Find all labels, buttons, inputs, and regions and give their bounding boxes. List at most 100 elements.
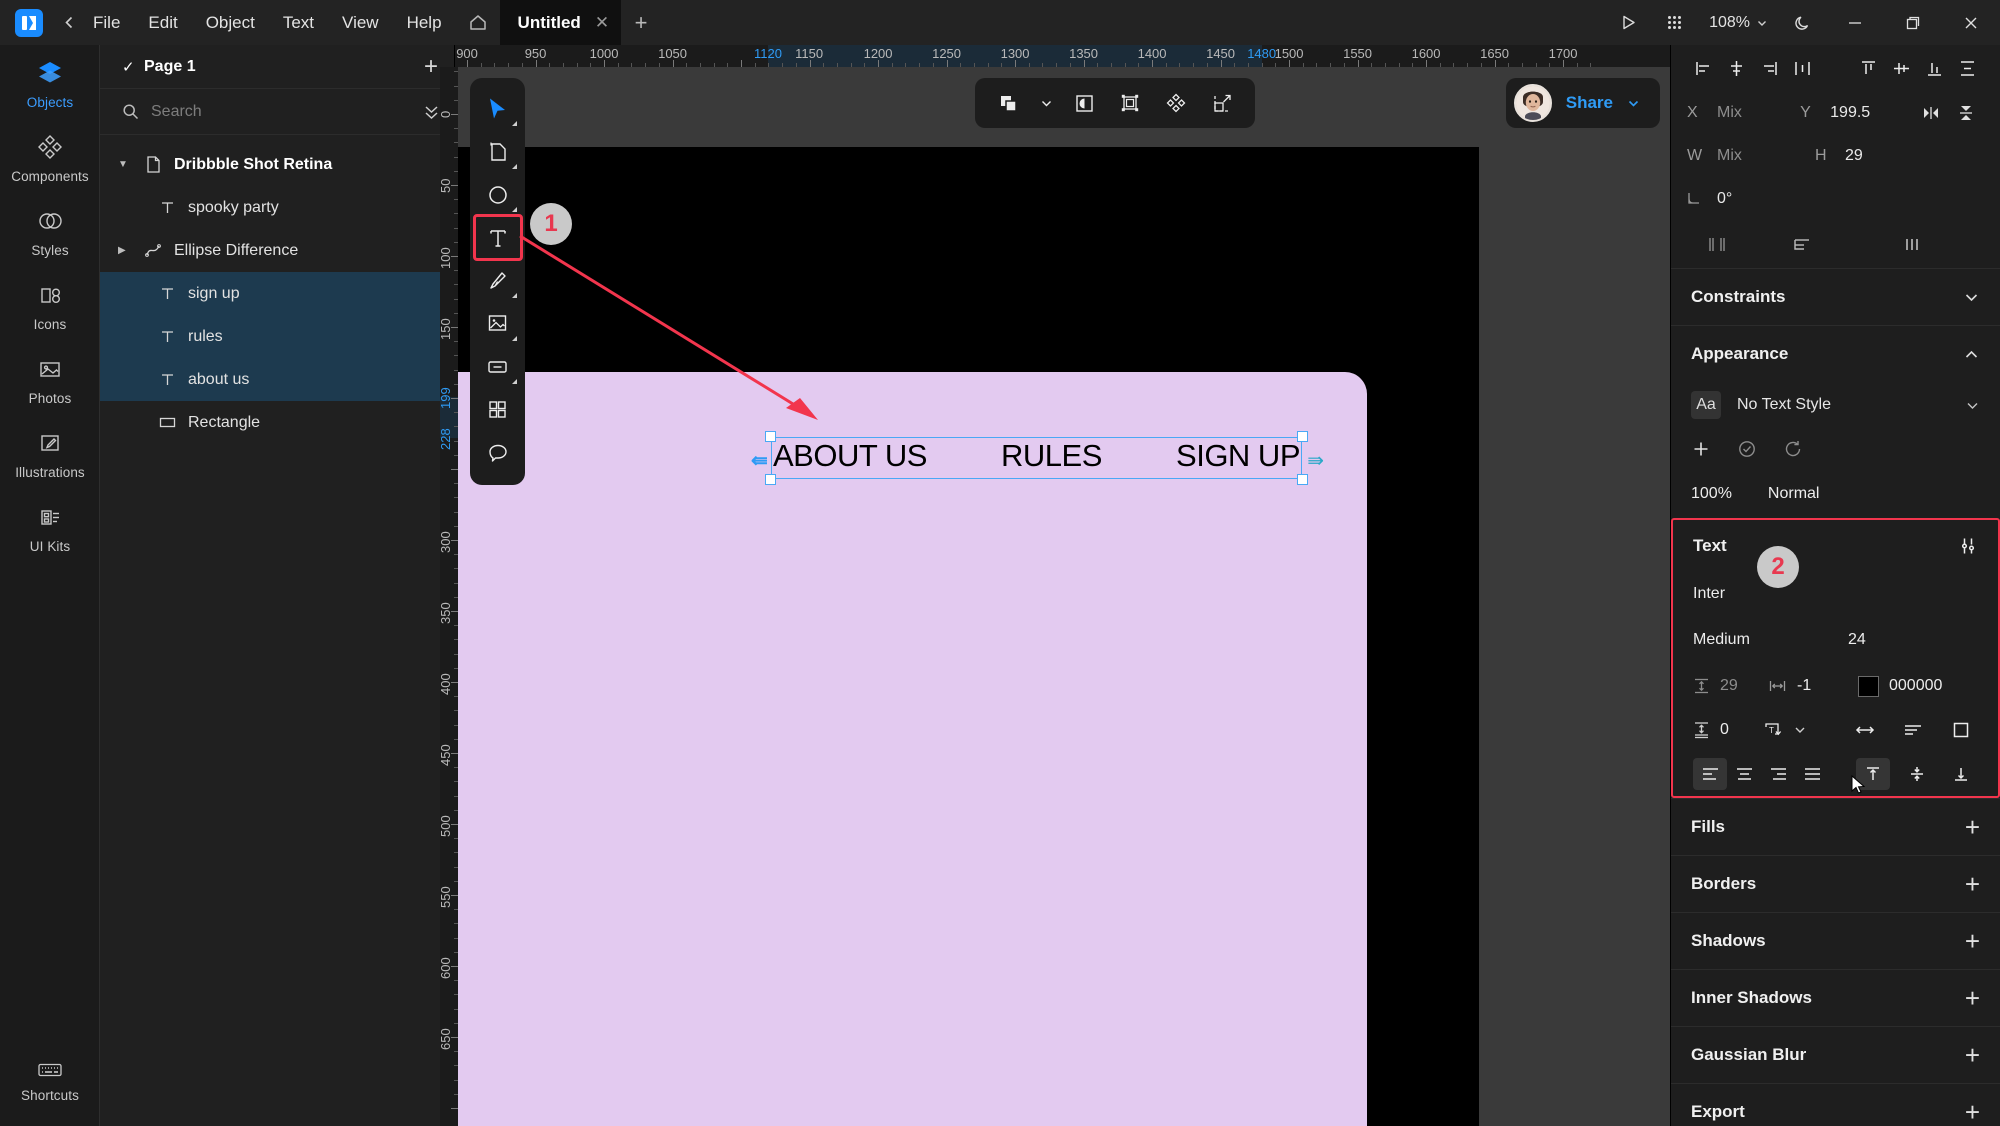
section-fills[interactable]: Fills + [1671,799,2000,855]
selected-text-object[interactable]: ABOUT US RULES SIGN UP ⇚ ⇛ [751,431,1324,485]
text-color-field[interactable]: 000000 [1858,675,1942,697]
distribute-horizontal-icon[interactable] [1786,51,1819,85]
rail-item-components[interactable]: Components [0,119,100,193]
add-shadow-plus-icon[interactable]: + [1965,928,1980,954]
columns-icon[interactable] [1857,227,1967,261]
add-fill-plus-icon[interactable]: + [1965,814,1980,840]
share-label[interactable]: Share [1566,93,1613,113]
restore-window-button[interactable] [1884,0,1942,45]
letter-spacing-field[interactable]: -1 [1768,677,1858,695]
zoom-level-control[interactable]: 108% [1697,0,1780,45]
align-text-left-icon[interactable] [1693,758,1727,790]
layer-row-sign-up[interactable]: sign up [100,272,454,315]
page-row[interactable]: ✓ Page 1 + [100,45,454,89]
h-field[interactable]: H 29 [1815,147,1943,165]
layer-row-rectangle[interactable]: Rectangle [100,401,454,444]
w-field[interactable]: W Mix [1687,147,1815,165]
align-center-horizontal-icon[interactable] [1720,51,1753,85]
rotation-field[interactable]: 0° [1687,190,1815,208]
apps-grid-icon[interactable] [1651,0,1697,45]
menu-help[interactable]: Help [393,0,456,45]
layer-row-ellipse-difference[interactable]: ▶ Ellipse Difference [100,229,454,272]
layer-row-about-us[interactable]: about us [100,358,454,401]
fixed-size-icon[interactable] [1944,714,1978,746]
menu-view[interactable]: View [328,0,393,45]
artboard-purple-shape[interactable] [458,372,1367,1126]
align-text-justify-icon[interactable] [1795,758,1829,790]
text-section-header[interactable]: Text [1673,520,1998,572]
text-settings-sliders-icon[interactable] [1958,536,1978,556]
y-field[interactable]: Y 199.5 [1800,104,1913,122]
rail-item-ui-kits[interactable]: UI Kits [0,489,100,563]
chevron-up-icon[interactable] [1963,346,1980,363]
menu-edit[interactable]: Edit [134,0,191,45]
align-text-middle-icon[interactable] [1900,758,1934,790]
rail-item-icons[interactable]: Icons [0,267,100,341]
layer-row-rules[interactable]: rules [100,315,454,358]
boolean-union-icon[interactable] [989,84,1027,122]
expand-arrow-icon[interactable]: ▼ [118,159,132,170]
section-constraints[interactable]: Constraints [1671,269,2000,325]
rail-item-photos[interactable]: Photos [0,341,100,415]
align-middle-vertical-icon[interactable] [1885,51,1918,85]
text-style-chevron-down-icon[interactable] [1965,398,1980,413]
text-tool[interactable] [472,214,523,261]
export-slice-icon[interactable] [1203,84,1241,122]
distribute-vertical-icon[interactable] [1951,51,1984,85]
align-text-center-icon[interactable] [1727,758,1761,790]
text-transform-chevron-down-icon[interactable] [1793,723,1807,737]
section-borders[interactable]: Borders + [1671,856,2000,912]
artboard-tool[interactable] [475,130,521,173]
horizontal-ruler[interactable]: 900 950 1000 1050 1120 1150 1200 1250 1300 1350 14… [455,45,1670,67]
align-text-right-icon[interactable] [1761,758,1795,790]
collapse-chevrons-icon[interactable] [423,102,440,122]
blend-mode-value[interactable]: Normal [1768,485,1820,503]
mask-icon[interactable] [1065,84,1103,122]
section-export[interactable]: Export + [1671,1084,2000,1126]
add-export-plus-icon[interactable]: + [1965,1099,1980,1125]
tool-menu-corner-icon[interactable] [511,207,517,212]
section-inner-shadows[interactable]: Inner Shadows + [1671,970,2000,1026]
shape-ellipse-tool[interactable] [475,173,521,216]
minimize-button[interactable] [1826,0,1884,45]
text-rules[interactable]: RULES [1001,438,1102,474]
close-window-button[interactable] [1942,0,2000,45]
document-tab[interactable]: Untitled ✕ [499,0,622,45]
section-gaussian-blur[interactable]: Gaussian Blur + [1671,1027,2000,1083]
add-border-plus-icon[interactable]: + [1965,871,1980,897]
rail-item-objects[interactable]: Objects [0,45,100,119]
auto-height-icon[interactable] [1896,714,1930,746]
rail-item-styles[interactable]: Styles [0,193,100,267]
resize-handle-top-right[interactable] [1297,431,1308,442]
align-text-bottom-icon[interactable] [1944,758,1978,790]
back-icon[interactable] [59,0,79,45]
text-transform-field[interactable]: T [1763,721,1848,740]
apply-style-check-circle-icon[interactable] [1737,439,1757,459]
tab-close-icon[interactable]: ✕ [595,13,609,33]
design-canvas[interactable]: ABOUT US RULES SIGN UP ⇚ ⇛ [458,67,1670,1126]
opacity-value[interactable]: 100% [1691,485,1732,503]
resize-handle-bottom-left[interactable] [765,474,776,485]
layer-row-artboard[interactable]: ▼ Dribbble Shot Retina [100,143,454,186]
font-family-row[interactable]: Inter [1673,572,1998,616]
align-right-icon[interactable] [1753,51,1786,85]
comment-tool[interactable] [475,431,521,474]
align-bottom-icon[interactable] [1918,51,1951,85]
tool-menu-corner-icon[interactable] [511,164,517,169]
text-color-swatch[interactable] [1858,675,1879,697]
home-icon[interactable] [456,0,500,45]
button-tool[interactable] [475,345,521,388]
text-sign-up[interactable]: SIGN UP [1176,438,1300,474]
add-page-icon[interactable]: + [424,54,438,79]
chevron-down-icon[interactable] [1963,289,1980,306]
align-top-icon[interactable] [1852,51,1885,85]
boolean-dropdown-chevron-down-icon[interactable] [1035,84,1057,122]
path-ops-icon[interactable] [1747,227,1857,261]
app-logo-icon[interactable] [15,8,43,37]
tool-menu-corner-icon[interactable] [511,379,517,384]
text-about-us[interactable]: ABOUT US [773,438,927,474]
tool-menu-corner-icon[interactable] [511,336,517,341]
section-shadows[interactable]: Shadows + [1671,913,2000,969]
line-height-field[interactable]: 29 [1693,677,1768,695]
menu-file[interactable]: File [79,0,134,45]
